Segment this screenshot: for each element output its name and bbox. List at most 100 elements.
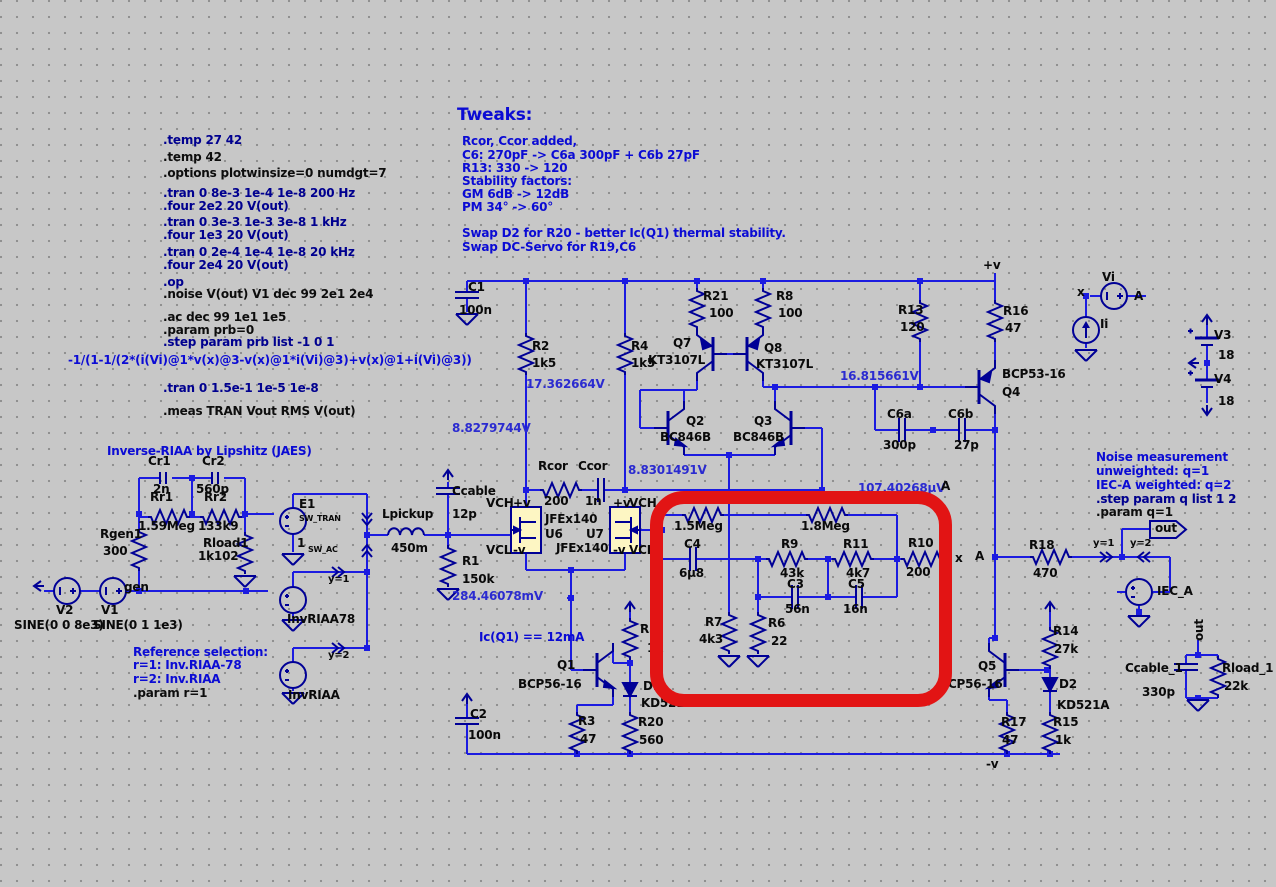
directive-line[interactable]: .tran 0 2e-4 1e-4 1e-8 20 kHz [163,245,355,259]
directive-line[interactable]: .four 2e2 20 V(out) [163,199,289,213]
label-cr2[interactable]: Cr2 [202,454,225,468]
resistor-r5[interactable] [622,617,638,661]
value-v3[interactable]: 18 [1218,348,1235,362]
transistor-q1[interactable] [581,641,616,699]
value-r20[interactable]: 560 [639,733,664,747]
label-lpickup[interactable]: Lpickup [382,507,433,521]
label-d2[interactable]: D2 [1059,677,1077,691]
label-iec-a[interactable]: IEC_A [1157,584,1193,598]
value-q7[interactable]: KT3107L [648,353,705,367]
switch-condition-q2[interactable]: y=2 [1130,537,1151,551]
net-flag-up-icon[interactable] [1201,314,1213,326]
label-r4[interactable]: R4 [631,339,648,353]
value-rload_1[interactable]: 22k [1224,679,1248,693]
label-invriaa[interactable]: InvRIAA [288,688,340,702]
value-rr2[interactable]: 133k9 [198,519,239,533]
tweaks-title[interactable]: Tweaks: [457,107,532,124]
source-v1[interactable] [99,577,127,605]
source-invriaa[interactable] [279,661,307,689]
label-rload1[interactable]: Rload1 [203,536,249,550]
transistor-q3[interactable] [772,399,807,457]
value-r13[interactable]: 120 [900,320,925,334]
label-r16[interactable]: R16 [1003,304,1029,318]
label-r1[interactable]: R1 [462,554,479,568]
transistor-q2[interactable] [652,399,687,457]
value-q2[interactable]: BC846B [660,430,711,444]
label-r13[interactable]: R13 [898,303,924,317]
ground-icon[interactable] [1074,349,1098,362]
label-sw-tran[interactable]: SW_TRAN [299,512,341,526]
value-r17[interactable]: 47 [1002,733,1019,747]
label-u7[interactable]: U7 [586,527,604,541]
probe-voltage[interactable]: 8.8301491V [628,463,707,477]
probe-voltage[interactable]: 8.8279744V [452,421,531,435]
source-invriaa78[interactable] [279,586,307,614]
label-u6[interactable]: U6 [545,527,563,541]
probe-voltage[interactable]: 16.815661V [840,369,919,383]
ground-icon[interactable] [281,553,305,566]
value-c1[interactable]: 100n [459,303,492,317]
label-r2[interactable]: R2 [532,339,549,353]
resistor-r8[interactable] [755,287,771,331]
source-ii[interactable] [1072,316,1100,344]
value-v1[interactable]: SINE(0 1 1e3) [93,618,183,632]
net-label-a[interactable]: A [941,479,950,493]
directive-line[interactable]: .four 1e3 20 V(out) [163,228,289,242]
ground-icon[interactable] [233,575,257,588]
transistor-q8[interactable] [731,325,765,383]
net-flag-left-icon[interactable] [1188,357,1200,369]
ic-q1-note[interactable]: Ic(Q1) == 12mA [479,630,584,644]
label-c6a[interactable]: C6a [887,407,912,421]
value-r1[interactable]: 150k [462,572,494,586]
net-flag-up-icon[interactable] [461,693,473,705]
net-flag-down-icon[interactable] [1201,404,1213,416]
label-r21[interactable]: R21 [703,289,729,303]
value-r14[interactable]: 27k [1054,642,1078,656]
net-flag-up-icon[interactable] [442,469,454,481]
label-ccor[interactable]: Ccor [578,459,607,473]
value-q4[interactable]: BCP53-16 [1002,367,1066,381]
value-rload1[interactable]: 1k102 [198,549,239,563]
formula-text[interactable]: -1/(1-1/(2*(i(Vi)@1*v(x)@3-v(x)@1*i(Vi)@… [68,353,472,367]
noise-line[interactable]: unweighted: q=1 [1096,464,1209,478]
net-flag-up-icon[interactable] [1044,601,1056,613]
value-r15[interactable]: 1k [1055,733,1071,747]
value-q3[interactable]: BC846B [733,430,784,444]
label-c1[interactable]: C1 [468,280,485,294]
value-u7[interactable]: JFEx140 [556,541,608,555]
label-sw-ac[interactable]: SW_AC [308,543,338,557]
resistor-r21[interactable] [689,287,705,331]
value-ccor[interactable]: 1n [585,494,602,508]
resistor-r16[interactable] [987,299,1003,343]
net-label-a[interactable]: A [975,549,984,563]
value-r21[interactable]: 100 [709,306,734,320]
value-v4[interactable]: 18 [1218,394,1235,408]
noise-param-directive[interactable]: .param q=1 [1096,505,1173,519]
label-r15[interactable]: R15 [1053,715,1079,729]
label-invriaa78[interactable]: InvRIAA78 [287,612,355,626]
label-q2[interactable]: Q2 [686,414,704,428]
label-q7[interactable]: Q7 [673,336,691,350]
diode-d2[interactable] [1042,677,1058,692]
label-v4[interactable]: V4 [1214,372,1231,386]
label-r8[interactable]: R8 [776,289,793,303]
probe-voltage[interactable]: 284.46078mV [452,589,543,603]
refsel-param[interactable]: .param r=1 [133,686,207,700]
probe-voltage[interactable]: 17.362664V [526,377,605,391]
label-rload_1[interactable]: Rload_1 [1222,661,1273,675]
label-rcor[interactable]: Rcor [538,459,568,473]
inductor-lpickup[interactable] [387,527,425,536]
tweaks-line[interactable]: R13: 330 -> 120 [462,161,568,175]
switch-condition-y2[interactable]: y=2 [328,649,349,663]
value-r8[interactable]: 100 [778,306,803,320]
value-q1[interactable]: BCP56-16 [518,677,582,691]
ground-icon[interactable] [1127,615,1151,628]
value-e1[interactable]: 1 [297,536,305,550]
directive-line[interactable]: .options plotwinsize=0 numdgt=7 [163,166,387,180]
resistor-r2[interactable] [518,332,534,376]
label-q5[interactable]: Q5 [978,659,996,673]
value-d2[interactable]: KD521A [1057,698,1110,712]
resistor-r4[interactable] [617,332,633,376]
ground-icon[interactable] [1186,699,1210,712]
value-rcor[interactable]: 200 [544,494,569,508]
